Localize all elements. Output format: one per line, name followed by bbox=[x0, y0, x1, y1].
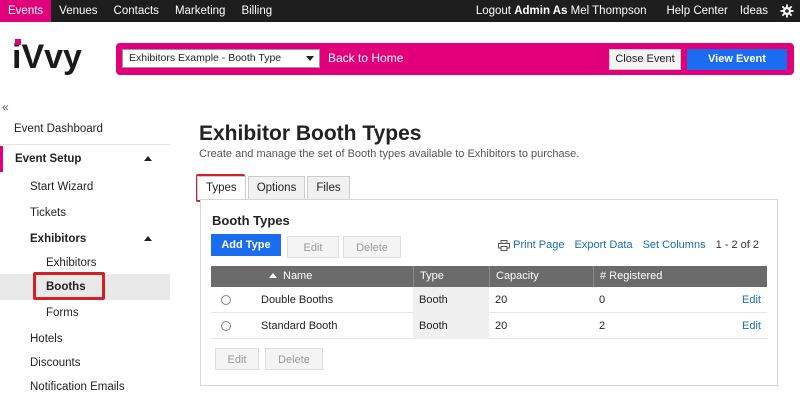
logo-dot bbox=[15, 39, 21, 45]
nav-venues[interactable]: Venues bbox=[51, 0, 105, 22]
tab-types[interactable]: Types bbox=[197, 176, 246, 200]
column-header-registered[interactable]: # Registered bbox=[593, 266, 709, 287]
cell-name: Double Booths bbox=[261, 294, 334, 306]
tab-options[interactable]: Options bbox=[247, 176, 306, 200]
table-row: Double Booths Booth 20 0 Edit bbox=[211, 287, 767, 313]
column-header-name[interactable]: Name bbox=[251, 266, 413, 287]
sidebar-item-label: Discounts bbox=[30, 357, 81, 369]
sidebar-item-exhibitors[interactable]: Exhibitors bbox=[0, 226, 170, 252]
table-row: Standard Booth Booth 20 2 Edit bbox=[211, 313, 767, 339]
bottom-delete-button[interactable]: Delete bbox=[265, 348, 323, 370]
chevron-up-icon bbox=[144, 236, 152, 241]
event-bar: Exhibitors Example - Booth Type Back to … bbox=[116, 43, 794, 86]
row-select-radio[interactable] bbox=[221, 321, 231, 331]
logo-text: iVvy bbox=[12, 38, 82, 76]
close-event-button[interactable]: Close Event bbox=[609, 49, 681, 70]
sidebar-item-label: Forms bbox=[46, 307, 79, 319]
column-header-label: Capacity bbox=[496, 270, 539, 282]
gear-icon[interactable] bbox=[780, 4, 794, 18]
sort-up-icon bbox=[269, 273, 277, 278]
sidebar-item-discounts[interactable]: Discounts bbox=[0, 350, 170, 376]
panel-title: Booth Types bbox=[212, 213, 290, 228]
chevron-up-icon bbox=[144, 156, 152, 161]
sidebar-item-label: Event Setup bbox=[15, 153, 82, 165]
ideas-link[interactable]: Ideas bbox=[740, 5, 768, 17]
column-header-label: Name bbox=[283, 270, 313, 282]
sidebar-item-label: Exhibitors bbox=[46, 257, 97, 269]
column-header-type[interactable]: Type bbox=[413, 266, 489, 287]
grid-actions: Print Page Export Data Set Columns 1 - 2… bbox=[498, 239, 759, 251]
nav-billing[interactable]: Billing bbox=[233, 0, 280, 22]
edit-button[interactable]: Edit bbox=[287, 236, 339, 258]
column-header-label: Type bbox=[420, 270, 444, 282]
logout-link[interactable]: Logout Admin As Mel Thompson bbox=[476, 5, 647, 17]
tabs: Types Options Files bbox=[197, 176, 352, 200]
sidebar-item-tickets[interactable]: Tickets bbox=[0, 200, 170, 226]
row-select-radio[interactable] bbox=[221, 295, 231, 305]
bottom-edit-button[interactable]: Edit bbox=[215, 348, 259, 370]
cell-registered: 2 bbox=[599, 320, 606, 332]
row-edit-link[interactable]: Edit bbox=[742, 313, 761, 339]
sidebar-divider bbox=[0, 144, 170, 145]
view-event-website-button[interactable]: View Event Website bbox=[687, 49, 787, 86]
set-columns-link[interactable]: Set Columns bbox=[643, 239, 706, 251]
nav-events[interactable]: Events bbox=[0, 0, 52, 22]
logout-user: Mel Thompson bbox=[567, 5, 647, 17]
sidebar-item-hotels[interactable]: Hotels bbox=[0, 326, 170, 352]
booth-types-panel: Booth Types Add Type Edit Delete Print P… bbox=[200, 199, 778, 386]
table-header: Name Type Capacity # Registered bbox=[211, 266, 767, 287]
top-nav-menu: Events Venues Contacts Marketing Billing bbox=[0, 0, 280, 22]
printer-icon bbox=[498, 239, 511, 251]
event-select-value: Exhibitors Example - Booth Type bbox=[129, 52, 282, 64]
cell-type: Booth bbox=[413, 287, 489, 313]
page-subtitle: Create and manage the set of Booth types… bbox=[199, 148, 580, 160]
sidebar-item-notification-emails[interactable]: Notification Emails bbox=[0, 374, 170, 400]
cell-registered: 0 bbox=[599, 294, 606, 306]
back-to-home-link[interactable]: Back to Home bbox=[328, 51, 403, 65]
sidebar-item-forms[interactable]: Forms bbox=[0, 300, 170, 326]
sidebar-item-label: Booths bbox=[46, 281, 86, 293]
column-header-label: # Registered bbox=[600, 270, 663, 282]
page-title: Exhibitor Booth Types bbox=[199, 122, 422, 145]
ivvy-logo[interactable]: iVvy bbox=[12, 36, 102, 76]
export-data-link[interactable]: Export Data bbox=[575, 239, 633, 251]
top-nav: Events Venues Contacts Marketing Billing… bbox=[0, 0, 800, 22]
cell-capacity: 20 bbox=[495, 320, 508, 332]
nav-contacts[interactable]: Contacts bbox=[106, 0, 167, 22]
cell-type: Booth bbox=[413, 313, 489, 339]
sidebar-item-label: Event Dashboard bbox=[14, 123, 103, 135]
sidebar-item-label: Tickets bbox=[30, 207, 66, 219]
chevron-down-icon bbox=[306, 56, 314, 61]
sidebar-item-label: Exhibitors bbox=[30, 233, 87, 245]
logout-admin: Admin As bbox=[514, 5, 568, 17]
add-type-button[interactable]: Add Type bbox=[211, 234, 281, 256]
record-count: 1 - 2 of 2 bbox=[715, 239, 759, 251]
cell-name: Standard Booth bbox=[261, 320, 338, 332]
sidebar-item-label: Hotels bbox=[30, 333, 63, 345]
logout-prefix: Logout bbox=[475, 5, 515, 17]
sidebar-item-label: Start Wizard bbox=[30, 181, 94, 193]
sidebar-item-label: Notification Emails bbox=[30, 381, 125, 393]
sidebar-item-booths[interactable]: Booths bbox=[0, 274, 170, 300]
print-page-link[interactable]: Print Page bbox=[513, 239, 564, 251]
cell-capacity: 20 bbox=[495, 294, 508, 306]
tab-files[interactable]: Files bbox=[307, 176, 350, 200]
sidebar-item-start-wizard[interactable]: Start Wizard bbox=[0, 174, 170, 200]
event-select[interactable]: Exhibitors Example - Booth Type bbox=[122, 49, 320, 68]
help-center-link[interactable]: Help Center bbox=[666, 5, 727, 17]
sidebar-item-event-setup[interactable]: Event Setup bbox=[0, 146, 170, 172]
collapse-sidebar-icon[interactable]: « bbox=[2, 100, 9, 114]
top-nav-right: Logout Admin As Mel Thompson Help Center… bbox=[476, 0, 794, 22]
sidebar-item-exhibitors-list[interactable]: Exhibitors bbox=[0, 250, 170, 276]
row-edit-link[interactable]: Edit bbox=[742, 287, 761, 313]
nav-marketing[interactable]: Marketing bbox=[167, 0, 234, 22]
sidebar-item-event-dashboard[interactable]: Event Dashboard bbox=[0, 116, 170, 142]
column-header-capacity[interactable]: Capacity bbox=[489, 266, 593, 287]
delete-button[interactable]: Delete bbox=[343, 236, 401, 258]
